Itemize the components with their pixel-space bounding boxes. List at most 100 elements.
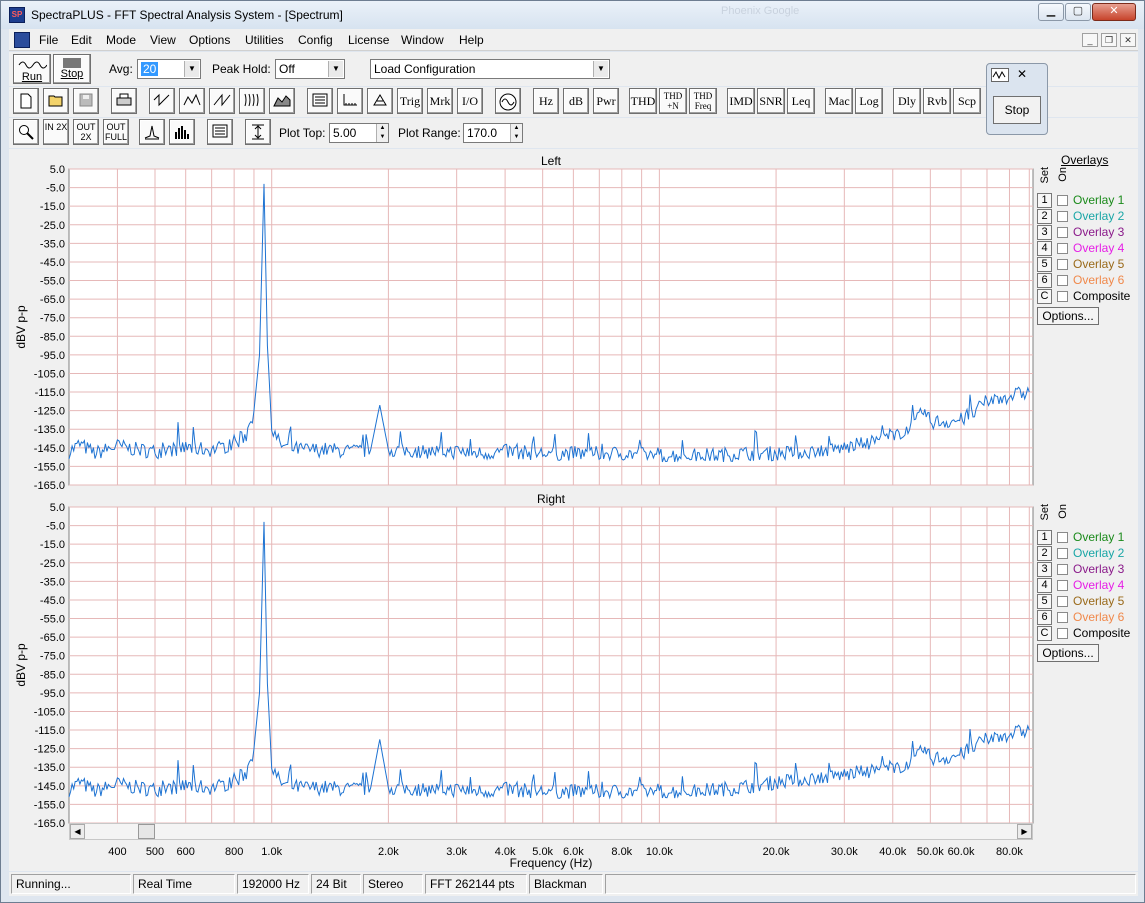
rvb-button[interactable]: Rvb <box>923 88 951 114</box>
menu-window[interactable]: Window <box>401 33 444 47</box>
db-button[interactable]: dB <box>563 88 589 114</box>
overlay-set-button[interactable]: 2 <box>1037 546 1052 561</box>
floating-stop-window[interactable]: ✕ Stop <box>986 63 1048 135</box>
overlay-on-checkbox[interactable] <box>1057 291 1068 302</box>
zoom-out-2x-button[interactable]: OUT 2X <box>73 119 99 145</box>
settings-list-icon[interactable] <box>207 119 233 145</box>
overlay-set-button[interactable]: 4 <box>1037 578 1052 593</box>
print-icon[interactable] <box>111 88 137 114</box>
overlay-set-button[interactable]: 1 <box>1037 193 1052 208</box>
minimize-icon[interactable]: ▁ <box>1038 3 1064 21</box>
thd-button[interactable]: THD <box>629 88 657 114</box>
chevron-down-icon[interactable]: ▼ <box>593 61 608 77</box>
spectrogram-icon[interactable] <box>269 88 295 114</box>
overlay-options-button[interactable]: Options... <box>1037 307 1099 325</box>
open-folder-icon[interactable] <box>43 88 69 114</box>
overlay-set-button[interactable]: 4 <box>1037 241 1052 256</box>
overlay-on-checkbox[interactable] <box>1057 564 1068 575</box>
magnifier-icon[interactable] <box>13 119 39 145</box>
scroll-thumb[interactable] <box>138 824 155 839</box>
plot-range-input[interactable]: 170.0 ▲ ▼ <box>463 123 523 143</box>
overlay-on-checkbox[interactable] <box>1057 275 1068 286</box>
sawtooth-icon[interactable] <box>209 88 235 114</box>
mdi-close-icon[interactable]: ✕ <box>1120 33 1136 47</box>
overlay-on-checkbox[interactable] <box>1057 628 1068 639</box>
overlay-on-checkbox[interactable] <box>1057 596 1068 607</box>
menu-license[interactable]: License <box>348 33 389 47</box>
overlay-set-button[interactable]: 1 <box>1037 530 1052 545</box>
scp-button[interactable]: Scp <box>953 88 981 114</box>
float-stop-button[interactable]: Stop <box>993 96 1041 124</box>
run-button[interactable]: Run <box>13 54 51 84</box>
frequency-scrollbar[interactable]: ◀ ▶ <box>69 823 1033 840</box>
recorder-icon[interactable] <box>179 88 205 114</box>
close-icon[interactable]: ✕ <box>1092 3 1136 21</box>
dly-button[interactable]: Dly <box>893 88 921 114</box>
mdi-restore-icon[interactable]: ❐ <box>1101 33 1117 47</box>
menu-utilities[interactable]: Utilities <box>245 33 284 47</box>
chevron-down-icon[interactable]: ▼ <box>184 61 199 77</box>
menu-help[interactable]: Help <box>459 33 484 47</box>
overlay-on-checkbox[interactable] <box>1057 195 1068 206</box>
peak-hold-select[interactable]: Off ▼ <box>275 59 345 79</box>
mac-button[interactable]: Mac <box>825 88 853 114</box>
trig-button[interactable]: Trig <box>397 88 423 114</box>
spectrum-charts[interactable]: Left 5.0 -5.0 -15.0 -25.0 -35.0 -45.0 -55.0 -65.… <box>9 149 1138 871</box>
avg-select[interactable]: 20 ▼ <box>137 59 201 79</box>
title-bar[interactable]: SP SpectraPLUS - FFT Spectral Analysis S… <box>1 1 1144 29</box>
overlay-on-checkbox[interactable] <box>1057 211 1068 222</box>
scroll-left-icon[interactable]: ◀ <box>70 824 85 839</box>
configuration-select[interactable]: Load Configuration ▼ <box>370 59 610 79</box>
thd-n-button[interactable]: THD +N <box>659 88 687 114</box>
overlay-on-checkbox[interactable] <box>1057 548 1068 559</box>
bar-plot-icon[interactable] <box>169 119 195 145</box>
stop-button[interactable]: Stop <box>53 54 91 84</box>
chevron-down-icon[interactable]: ▼ <box>328 61 343 77</box>
new-file-icon[interactable] <box>13 88 39 114</box>
overlay-set-button[interactable]: C <box>1037 289 1052 304</box>
overlay-set-button[interactable]: 3 <box>1037 225 1052 240</box>
spinner-arrows-icon[interactable]: ▲ ▼ <box>510 124 522 142</box>
line-plot-icon[interactable] <box>139 119 165 145</box>
overlay-on-checkbox[interactable] <box>1057 532 1068 543</box>
overlay-set-button[interactable]: 6 <box>1037 610 1052 625</box>
overlay-set-button[interactable]: 2 <box>1037 209 1052 224</box>
document-icon[interactable] <box>14 32 30 48</box>
list-view-icon[interactable] <box>307 88 333 114</box>
menu-mode[interactable]: Mode <box>106 33 136 47</box>
overlay-set-button[interactable]: 5 <box>1037 594 1052 609</box>
io-button[interactable]: I/O <box>457 88 483 114</box>
overlay-set-button[interactable]: 3 <box>1037 562 1052 577</box>
log-button[interactable]: Log <box>855 88 883 114</box>
imd-button[interactable]: IMD <box>727 88 755 114</box>
waterfall-icon[interactable] <box>239 88 265 114</box>
vertical-scale-icon[interactable] <box>245 119 271 145</box>
thd-freq-button[interactable]: THD Freq <box>689 88 717 114</box>
phase-icon[interactable] <box>367 88 393 114</box>
overlay-on-checkbox[interactable] <box>1057 612 1068 623</box>
snr-button[interactable]: SNR <box>757 88 785 114</box>
scope-icon[interactable] <box>495 88 521 114</box>
overlay-on-checkbox[interactable] <box>1057 259 1068 270</box>
hz-button[interactable]: Hz <box>533 88 559 114</box>
overlay-set-button[interactable]: C <box>1037 626 1052 641</box>
overlay-set-button[interactable]: 5 <box>1037 257 1052 272</box>
spinner-arrows-icon[interactable]: ▲ ▼ <box>376 124 388 142</box>
overlay-on-checkbox[interactable] <box>1057 243 1068 254</box>
overlay-on-checkbox[interactable] <box>1057 580 1068 591</box>
leq-button[interactable]: Leq <box>787 88 815 114</box>
overlay-on-checkbox[interactable] <box>1057 227 1068 238</box>
menu-file[interactable]: File <box>39 33 58 47</box>
menu-edit[interactable]: Edit <box>71 33 92 47</box>
plot-top-input[interactable]: 5.00 ▲ ▼ <box>329 123 389 143</box>
overlay-set-button[interactable]: 6 <box>1037 273 1052 288</box>
mrk-button[interactable]: Mrk <box>427 88 453 114</box>
menu-view[interactable]: View <box>150 33 176 47</box>
scroll-right-icon[interactable]: ▶ <box>1017 824 1032 839</box>
save-icon[interactable] <box>73 88 99 114</box>
zoom-out-full-button[interactable]: OUT FULL <box>103 119 129 145</box>
pwr-button[interactable]: Pwr <box>593 88 619 114</box>
overlay-options-button[interactable]: Options... <box>1037 644 1099 662</box>
maximize-icon[interactable]: ▢ <box>1065 3 1091 21</box>
axis-view-icon[interactable] <box>337 88 363 114</box>
